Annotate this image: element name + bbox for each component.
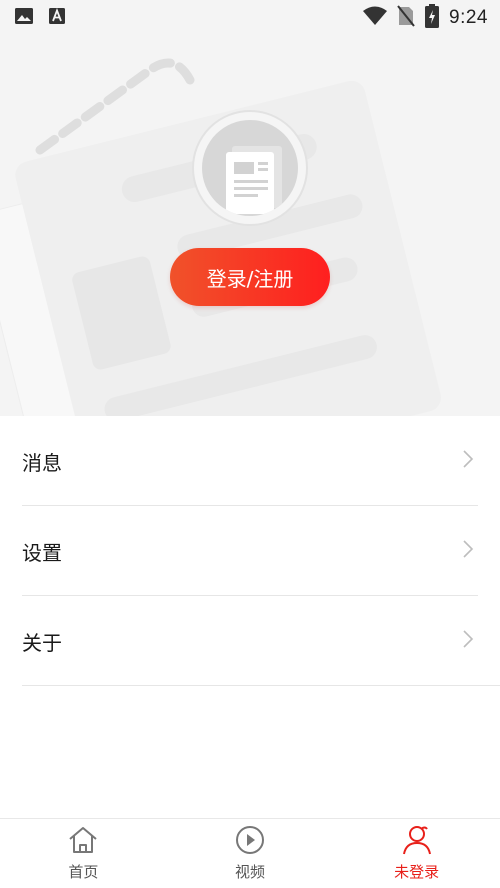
menu-item-settings[interactable]: 设置 xyxy=(0,506,500,596)
chevron-right-icon xyxy=(462,449,474,473)
chevron-right-icon xyxy=(462,539,474,563)
nav-tab-profile[interactable]: 未登录 xyxy=(333,819,500,888)
menu-item-about[interactable]: 关于 xyxy=(0,596,500,686)
play-circle-icon xyxy=(234,825,266,859)
nav-tab-home[interactable]: 首页 xyxy=(0,819,167,888)
menu-item-label: 消息 xyxy=(22,450,62,475)
menu-item-messages[interactable]: 消息 xyxy=(0,416,500,506)
menu-item-label: 关于 xyxy=(22,630,62,655)
chevron-right-icon xyxy=(462,629,474,653)
no-sim-icon xyxy=(397,5,415,31)
image-icon xyxy=(14,7,34,29)
login-register-button[interactable]: 登录/注册 xyxy=(170,248,330,306)
newspaper-icon xyxy=(202,120,298,216)
menu-item-label: 设置 xyxy=(22,540,62,565)
divider xyxy=(22,685,500,686)
a-letter-icon xyxy=(48,7,66,29)
avatar[interactable] xyxy=(192,110,308,226)
home-icon xyxy=(67,825,99,859)
settings-menu: 消息 设置 关于 xyxy=(0,416,500,686)
battery-charging-icon xyxy=(425,4,440,32)
clock-time: 9:24 xyxy=(449,7,488,28)
nav-label: 首页 xyxy=(68,863,99,881)
wifi-icon xyxy=(363,6,388,30)
nav-tab-video[interactable]: 视频 xyxy=(167,819,334,888)
bottom-navigation: 首页 视频 未登录 xyxy=(0,818,500,888)
status-bar: 9:24 xyxy=(0,0,500,36)
nav-label: 视频 xyxy=(235,863,266,881)
profile-header: 登录/注册 xyxy=(0,0,500,416)
nav-label: 未登录 xyxy=(394,863,440,881)
user-icon xyxy=(401,825,433,859)
